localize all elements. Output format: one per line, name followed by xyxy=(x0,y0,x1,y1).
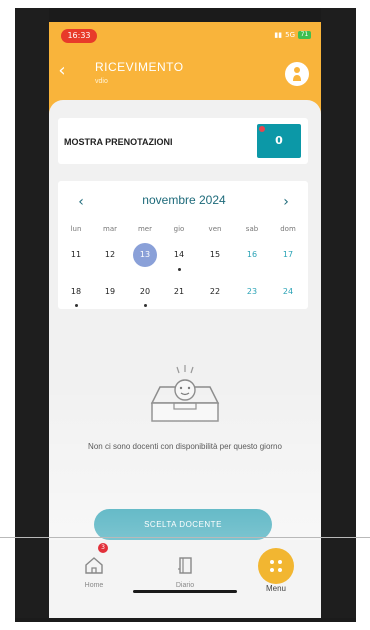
empty-state-message: Non ci sono docenti con disponibilità pe… xyxy=(88,442,282,451)
calendar-month-label: novembre 2024 xyxy=(142,193,226,207)
book-icon xyxy=(178,557,192,574)
signal-icon: ▮▮ xyxy=(274,31,283,39)
weekday-label: sab xyxy=(245,225,259,233)
calendar-day[interactable]: 15 xyxy=(203,243,227,267)
tab-home[interactable]: 3 Home xyxy=(49,540,139,618)
calendar-day[interactable]: 19 xyxy=(98,280,122,304)
phone-screen: 16:33 ▮▮ 5G 71 ‹ RICEVIMENTO vdio MOSTRA… xyxy=(49,22,321,618)
page-title: RICEVIMENTO xyxy=(95,60,184,74)
status-indicators: ▮▮ 5G 71 xyxy=(274,31,311,39)
frame-left xyxy=(15,8,49,622)
notification-dot xyxy=(259,126,265,132)
calendar-day[interactable]: 23 xyxy=(240,280,264,304)
bookings-count: 0 xyxy=(275,134,283,147)
weekday-label: ven xyxy=(208,225,222,233)
tab-diary[interactable]: Diario xyxy=(140,540,230,618)
weekday-label: gio xyxy=(173,225,185,233)
next-month-button[interactable]: › xyxy=(279,195,293,209)
status-time: 16:33 xyxy=(61,29,97,43)
weekday-label: mer xyxy=(137,225,152,233)
home-badge: 3 xyxy=(98,543,108,553)
calendar-day[interactable]: 12 xyxy=(98,243,122,267)
tab-menu[interactable]: Menu xyxy=(231,540,321,618)
menu-icon xyxy=(258,548,294,584)
frame-bottom xyxy=(15,618,356,622)
bookings-count-badge[interactable]: 0 xyxy=(257,124,301,158)
profile-button[interactable] xyxy=(285,62,309,86)
bottom-tab-bar: 3 Home Diario Menu xyxy=(49,540,321,618)
home-indicator xyxy=(133,590,237,593)
calendar-day[interactable]: 16 xyxy=(240,243,264,267)
event-dot xyxy=(144,304,147,307)
show-bookings-row[interactable]: MOSTRA PRENOTAZIONI 0 xyxy=(58,118,308,164)
calendar-day[interactable]: 20 xyxy=(133,280,157,304)
calendar-day[interactable]: 22 xyxy=(203,280,227,304)
weekday-label: mar xyxy=(103,225,117,233)
calendar-day-selected[interactable]: 13 xyxy=(133,243,157,267)
show-bookings-label: MOSTRA PRENOTAZIONI xyxy=(64,137,173,147)
back-button[interactable]: ‹ xyxy=(53,60,71,82)
grid-dots-icon xyxy=(270,560,282,572)
weekday-label: lun xyxy=(70,225,82,233)
page-subtitle: vdio xyxy=(95,78,108,85)
tab-diary-label: Diario xyxy=(175,582,195,589)
home-icon xyxy=(85,557,103,574)
frame-top xyxy=(15,8,356,22)
tab-home-label: Home xyxy=(84,582,104,589)
network-label: 5G xyxy=(285,31,295,39)
empty-inbox-icon xyxy=(150,365,220,422)
screen: 16:33 ▮▮ 5G 71 ‹ RICEVIMENTO vdio MOSTRA… xyxy=(0,0,370,630)
main-content: MOSTRA PRENOTAZIONI 0 ‹ novembre 2024 › … xyxy=(49,100,321,570)
event-dot xyxy=(75,304,78,307)
calendar-day[interactable]: 11 xyxy=(64,243,88,267)
calendar: ‹ novembre 2024 › lun mar mer gio ven sa… xyxy=(58,181,308,309)
frame-right xyxy=(321,8,356,622)
calendar-day[interactable]: 21 xyxy=(167,280,191,304)
tab-menu-label: Menu xyxy=(265,584,286,593)
choose-teacher-button[interactable]: SCELTA DOCENTE xyxy=(94,509,272,540)
weekday-label: dom xyxy=(280,225,296,233)
calendar-day[interactable]: 18 xyxy=(64,280,88,304)
previous-month-button[interactable]: ‹ xyxy=(74,195,88,209)
divider-line xyxy=(0,537,370,538)
event-dot xyxy=(178,268,181,271)
calendar-day[interactable]: 14 xyxy=(167,243,191,267)
calendar-day[interactable]: 17 xyxy=(276,243,300,267)
battery-icon: 71 xyxy=(298,31,311,39)
calendar-day[interactable]: 24 xyxy=(276,280,300,304)
user-icon xyxy=(293,67,301,81)
